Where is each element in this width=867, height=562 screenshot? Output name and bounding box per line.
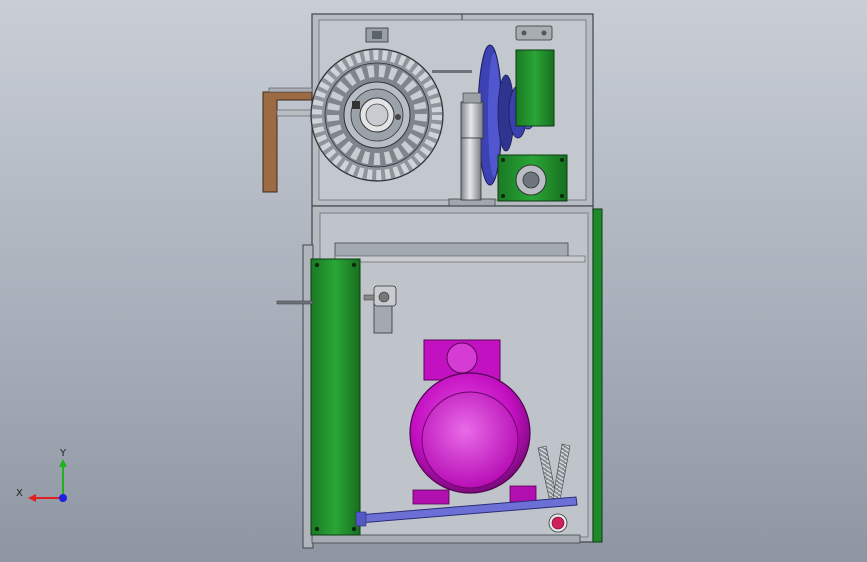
adjustment-knob[interactable] [548,513,568,533]
door-handle[interactable] [276,300,314,305]
cad-viewport[interactable]: Y X [0,0,867,562]
z-axis-dot [59,494,67,502]
guide-rod [432,70,472,73]
left-access-door[interactable] [310,258,361,536]
x-axis-label: X [16,488,23,499]
y-axis-label: Y [59,448,67,459]
top-clamp [515,25,553,41]
support-post [460,92,484,201]
cad-model[interactable]: Y X [0,0,867,562]
axis-triad: Y X [16,448,67,502]
copper-duct [262,87,313,193]
wire-spool[interactable] [310,48,444,182]
right-side-panel [592,208,603,543]
